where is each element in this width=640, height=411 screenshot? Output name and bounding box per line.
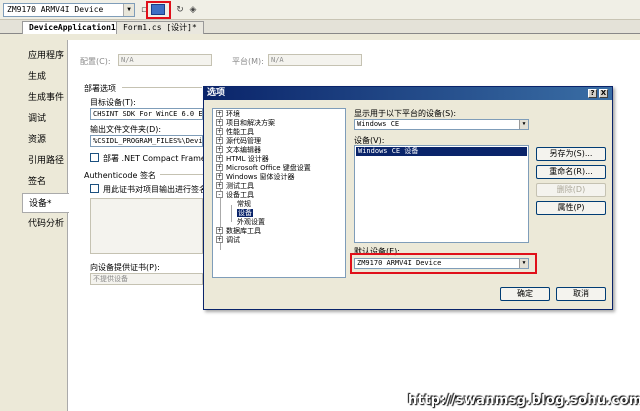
target-device-combo-value: ZM9170 ARMV4I Device [7,5,104,14]
document-tabs: DeviceApplication1* Form1.cs [设计]* [0,20,640,34]
expand-icon[interactable]: + [216,236,223,243]
chevron-down-icon[interactable]: ▼ [519,120,528,129]
config-label: 配置(C): [80,57,111,66]
expand-icon[interactable]: + [216,128,223,135]
sidebar-item-build[interactable]: 生成 [22,67,68,87]
tree-node-devices[interactable]: 设备 [237,209,253,217]
sidebar-item-signing[interactable]: 签名 [22,172,68,192]
refresh-icon[interactable]: ↻ [173,3,187,17]
config-combo: N/A [118,54,212,66]
tree-node-projects-solutions[interactable]: + 项目和解决方案 [216,119,275,127]
chevron-down-icon[interactable]: ▼ [123,4,134,16]
sidebar-item-debug[interactable]: 调试 [22,109,68,129]
tab-device-application[interactable]: DeviceApplication1* [22,21,128,34]
tree-node-database-tools[interactable]: + 数据库工具 [216,227,261,235]
sidebar-item-code-analysis[interactable]: 代码分析 [22,214,68,234]
tree-node-html-designer[interactable]: + HTML 设计器 [216,155,269,163]
ok-button[interactable]: 确定 [500,287,550,301]
tree-node-appearance[interactable]: 外观设置 [237,218,265,226]
tab-form1-design[interactable]: Form1.cs [设计]* [116,21,204,34]
platform-combo: N/A [268,54,362,66]
certificate-box [90,198,203,254]
devices-list[interactable]: Windows CE 设备 [354,145,529,243]
properties-sidebar: 应用程序 生成 生成事件 调试 资源 引用路径 签名 设备* 代码分析 [18,40,69,411]
authenticode-header: Authenticode 签名 [84,171,156,180]
target-device-label: 目标设备(T): [90,98,136,107]
sidebar-item-reference-paths[interactable]: 引用路径 [22,151,68,171]
expand-icon[interactable]: + [216,137,223,144]
skin-icon[interactable]: ◈ [186,3,200,17]
selected-tree-node: 设备 [237,209,253,217]
tree-node-performance-tools[interactable]: + 性能工具 [216,128,254,136]
rename-button[interactable]: 重命名(R)... [536,165,606,179]
toolbar: ZM9170 ARMV4I Device ▼ ▫ ↻ ◈ [0,0,640,20]
options-tree[interactable]: + 环境 + 项目和解决方案 + 性能工具 + 源代码管理 + 文本编辑器 + … [212,108,346,278]
tree-node-text-editor[interactable]: + 文本编辑器 [216,146,261,154]
sidebar-item-build-events[interactable]: 生成事件 [22,88,68,108]
watermark: http://swanmsg.blog.sohu.com [408,393,640,408]
tree-node-general[interactable]: 常规 [237,200,251,208]
list-item[interactable]: Windows CE 设备 [356,147,527,156]
expand-icon[interactable]: + [216,182,223,189]
expand-icon[interactable]: + [216,119,223,126]
expand-icon[interactable]: + [216,110,223,117]
sidebar-item-application[interactable]: 应用程序 [22,46,68,66]
tree-node-device-tools[interactable]: - 设备工具 [216,191,254,199]
sidebar-item-resources[interactable]: 资源 [22,130,68,150]
expand-icon[interactable]: + [216,155,223,162]
save-as-button[interactable]: 另存为(S)... [536,147,606,161]
sidebar-item-devices[interactable]: 设备* [22,193,69,213]
target-device-combo[interactable]: ZM9170 ARMV4I Device ▼ [3,3,135,17]
tree-guide-line [231,205,232,222]
platform-label: 平台(M): [232,57,264,66]
expand-icon[interactable]: + [216,227,223,234]
collapse-icon[interactable]: - [216,191,223,198]
expand-icon[interactable]: + [216,173,223,180]
provision-combo: 不提供设备 [90,273,203,285]
tree-node-environment[interactable]: + 环境 [216,110,240,118]
divider [160,174,203,175]
tree-node-test-tools[interactable]: + 测试工具 [216,182,254,190]
tree-node-office-keyboard[interactable]: + Microsoft Office 键盘设置 [216,164,311,172]
help-button[interactable]: ? [588,89,597,98]
close-button[interactable]: X [599,89,608,98]
tree-node-debugging[interactable]: + 调试 [216,236,240,244]
target-device-field[interactable]: CHSINT SDK For WinCE 6.0 Emul [90,108,203,120]
divider [122,87,202,88]
deploy-options-header: 部署选项 [84,84,116,93]
provision-label: 向设备提供证书(P): [90,263,160,272]
highlight-box-toolbar [146,1,171,19]
cert-sign-label: 用此证书对项目输出进行签名 [103,185,207,194]
tree-node-source-control[interactable]: + 源代码管理 [216,137,261,145]
properties-button[interactable]: 属性(P) [536,201,606,215]
options-dialog: 选项 ? X + 环境 + 项目和解决方案 + 性能工具 + 源代码管理 + 文… [203,86,613,310]
platform-filter-label: 显示用于以下平台的设备(S): [354,109,457,118]
cert-sign-checkbox[interactable] [90,184,99,193]
delete-button[interactable]: 删除(D) [536,183,606,197]
tree-node-winforms-designer[interactable]: + Windows 窗体设计器 [216,173,294,181]
deploy-cf-label: 部署 .NET Compact Framewo [103,154,218,163]
dialog-title: 选项 [207,88,226,98]
dialog-title-bar[interactable]: 选项 ? X [204,87,612,100]
expand-icon[interactable]: + [216,146,223,153]
output-folder-field[interactable]: %CSIDL_PROGRAM_FILES%\DeviceA [90,135,203,147]
cancel-button[interactable]: 取消 [556,287,606,301]
highlight-box-default-device [350,253,537,274]
expand-icon[interactable]: + [216,164,223,171]
deploy-cf-checkbox[interactable] [90,153,99,162]
platform-filter-combo[interactable]: Windows CE ▼ [354,119,529,130]
output-folder-label: 输出文件文件夹(D): [90,125,162,134]
